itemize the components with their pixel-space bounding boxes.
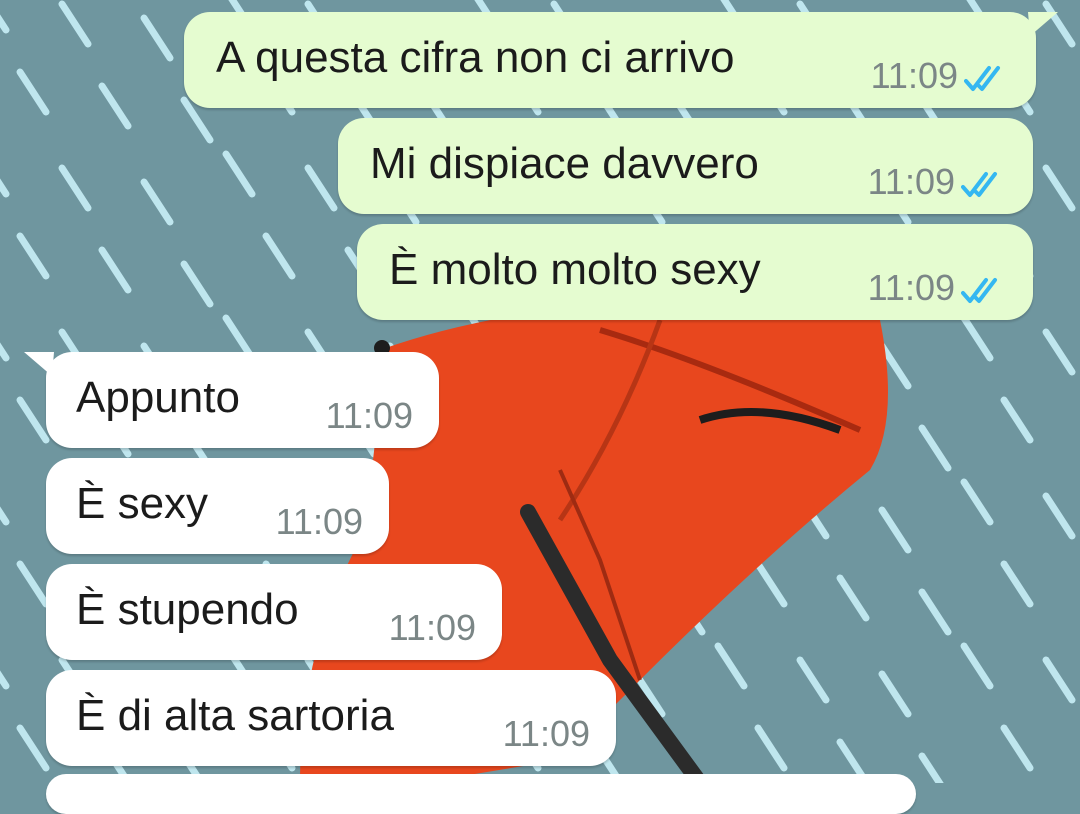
message-text: A questa cifra non ci arrivo [216,33,735,82]
message-text: È molto molto sexy [389,245,761,294]
message-timestamp: 11:09 [867,267,955,308]
incoming-message-partial[interactable] [46,774,916,814]
outgoing-message[interactable]: È molto molto sexy 11:09 [357,224,1033,320]
double-check-read-icon [961,278,997,303]
message-timestamp: 11:09 [867,161,955,202]
outgoing-message[interactable]: A questa cifra non ci arrivo 11:09 [184,12,1058,108]
message-timestamp: 11:09 [502,713,590,754]
message-text: Appunto [76,373,240,422]
incoming-message[interactable]: Appunto 11:09 [24,352,439,448]
message-timestamp: 11:09 [388,607,476,648]
double-check-read-icon [964,66,1000,91]
message-text: È sexy [76,479,209,528]
message-text: È stupendo [76,585,299,634]
message-timestamp: 11:09 [870,55,958,96]
message-timestamp: 11:09 [325,395,413,436]
message-text: È di alta sartoria [76,691,394,740]
incoming-message[interactable]: È stupendo 11:09 [46,564,502,660]
outgoing-message[interactable]: Mi dispiace davvero 11:09 [338,118,1033,214]
message-text: Mi dispiace davvero [370,139,759,188]
incoming-message[interactable]: È di alta sartoria 11:09 [46,670,616,766]
message-timestamp: 11:09 [275,501,363,542]
incoming-message[interactable]: È sexy 11:09 [46,458,389,554]
bubble-tail [24,352,54,376]
bubble-tail [1028,12,1058,36]
double-check-read-icon [961,172,997,197]
